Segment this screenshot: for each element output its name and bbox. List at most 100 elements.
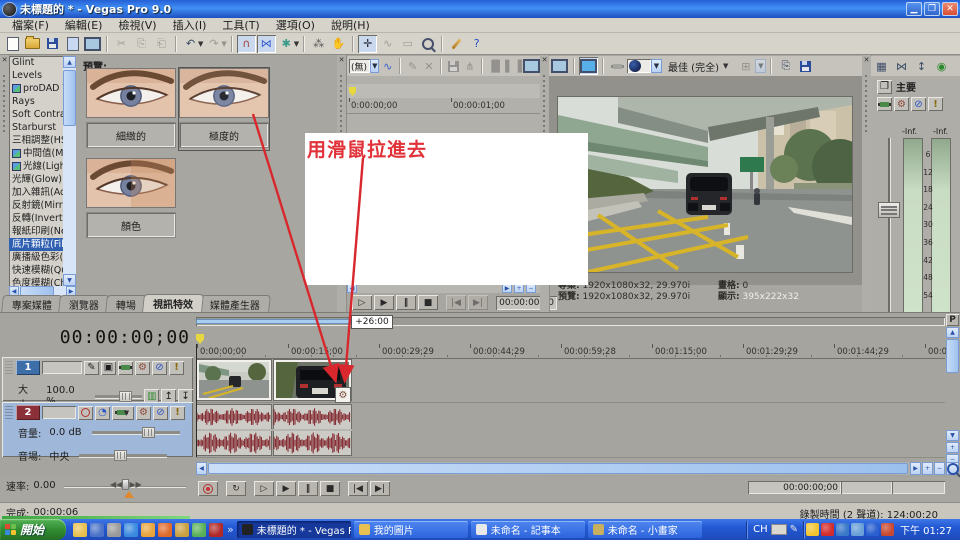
chrome-shortcut[interactable] [141,523,155,537]
clock[interactable]: 下午 01:27 [900,522,952,537]
play-button[interactable]: ▶ [276,481,296,496]
trimmer-split-icon[interactable]: ⋔ [462,57,477,75]
zoom-tool-icon[interactable] [946,462,959,475]
close-dock-icon[interactable]: ✕ [1,57,8,64]
dropdown-caret-icon[interactable]: ▼ [755,59,766,73]
overlay-grid-icon[interactable]: ⊞ [736,57,755,75]
fx-list-item-9[interactable]: 光輝(Glow) [9,173,63,186]
fx-list-item-11[interactable]: 反射鏡(Mirro [9,199,63,212]
menu-item-5[interactable]: 選項(O) [268,16,323,34]
track2-volume-value[interactable]: 0.0 dB [49,427,81,438]
zoom-out-time-icon[interactable]: − [934,462,945,475]
enable-snapping-icon[interactable]: ∩ [237,35,256,53]
fx-list-item-4[interactable]: Soft Contrast [9,108,63,121]
trimmer-prev-frame-button[interactable]: |◀ [446,295,466,310]
taskbar-window-2[interactable]: 未命名 - 記事本 [471,521,585,538]
fx-list-item-6[interactable]: 三相調整(HS [9,134,63,147]
device-plug-icon[interactable] [608,57,627,75]
scroll-left-icon[interactable]: ◀ [196,462,207,475]
scroll-right-icon[interactable]: ▶ [910,462,921,475]
envelope-edit-tool-icon[interactable]: ∿ [378,35,397,53]
fx-list[interactable]: GlintLevelsproDAD VitasRaysSoft Contrast… [9,56,63,286]
go-to-start-button[interactable]: |◀ [348,481,368,496]
trimmer-marker-bar[interactable] [347,84,540,99]
track1-solo-icon[interactable]: ! [169,361,184,375]
insert-bus-icon[interactable]: ▦ [872,57,891,75]
trimmer-save-icon[interactable] [446,57,461,75]
timeline-cursor[interactable] [196,344,197,457]
vegas-shortcut[interactable] [209,523,223,537]
zonealarm-tray[interactable] [821,523,834,536]
close-dock-icon[interactable]: ✕ [863,57,870,64]
trimmer-pause-button[interactable]: ‖ [396,295,416,310]
fx-list-item-16[interactable]: 快速模糊(Qu [9,264,63,277]
timeline-time-display[interactable]: 00:00:00;00 [8,327,190,349]
minimize-button[interactable]: ▁ [906,2,922,16]
undo-icon[interactable]: ↶ [181,35,200,53]
preset-tile-2[interactable]: 顏色 [86,158,176,240]
audio-event-2[interactable] [273,404,352,456]
track2-mute-icon[interactable]: ⊘ [153,406,168,420]
keyboard-icon[interactable] [771,524,787,535]
close-button[interactable]: ✕ [942,2,958,16]
tab-2[interactable]: 轉場 [105,295,147,312]
play-from-start-button[interactable]: ▷ [254,481,274,496]
fx-list-item-14[interactable]: 底片顆粒(Fil [9,238,63,251]
external-monitor-icon[interactable] [550,57,569,75]
rate-value[interactable]: 0.00 [33,480,55,491]
fx-list-item-13[interactable]: 報紙印刷(Ne [9,225,63,238]
open-icon[interactable] [23,35,42,53]
tab-1[interactable]: 瀏覽器 [58,295,110,312]
fx-vscroll-thumb[interactable] [63,70,76,126]
utility-shortcut[interactable] [107,523,121,537]
zoom-in-track-icon[interactable]: + [946,442,959,453]
selection-length-display[interactable] [892,481,945,494]
pen-input-icon[interactable]: ✎ [790,524,798,535]
trimmer-fx-dropdown[interactable]: (無) [349,59,370,73]
trimmer-next-frame-button[interactable]: ▶| [468,295,488,310]
scroll-up-icon[interactable]: ▲ [63,56,76,68]
stop-button[interactable]: ■ [320,481,340,496]
scrub-handle[interactable]: ◀◀▶▶ [110,480,142,489]
trimmer-play-from-start-button[interactable]: ▷ [352,295,372,310]
hscroll-thumb[interactable] [208,463,908,474]
track2-device-icon[interactable]: ▼ [112,406,134,420]
track1-composite-icon[interactable]: ▣ [101,361,116,375]
menu-item-6[interactable]: 說明(H) [323,16,378,34]
master-fader-handle[interactable] [878,202,900,218]
track2-name-field[interactable] [42,406,76,419]
track2-fx-icon[interactable]: ⚙ [136,406,151,420]
preview-quality-dropdown[interactable]: 最佳 (完全)▼ [668,59,728,74]
save-snapshot-icon[interactable] [796,57,815,75]
download-tray[interactable] [881,523,894,536]
scroll-up-icon[interactable]: ▲ [946,327,959,338]
vscroll-thumb[interactable] [946,339,959,373]
zoom-in-time-icon[interactable]: + [922,462,933,475]
tab-4[interactable]: 媒體產生器 [199,295,271,312]
selection-start-display[interactable]: 00:00:00;00 [748,481,841,494]
normal-edit-tool-icon[interactable]: ✛ [358,35,377,53]
selection-end-display[interactable] [841,481,892,494]
timeline-vscroll[interactable]: P ▲ ▼ + − [946,314,959,474]
fx-list-item-1[interactable]: Levels [9,69,63,82]
fx-list-item-12[interactable]: 反轉(Invert) [9,212,63,225]
timeline-hscroll[interactable]: ◀ ▶ + − [196,462,945,475]
menu-item-2[interactable]: 檢視(V) [110,16,164,34]
fx-list-item-15[interactable]: 廣播級色彩(B [9,251,63,264]
trimmer-stop-button[interactable]: ■ [418,295,438,310]
video-event-1[interactable] [196,359,272,401]
cut-icon-icon[interactable]: ✂ [112,35,131,53]
interactive-tutorials-icon[interactable] [447,35,466,53]
master-mute-icon[interactable]: ⊘ [911,97,926,111]
msn-shortcut[interactable] [192,523,206,537]
update-tray[interactable] [851,523,864,536]
preset-tile-1[interactable]: 極度的 [179,68,269,150]
messenger-tray[interactable] [806,523,819,536]
track2-automation-icon[interactable]: ◔ [95,406,110,420]
auto-ripple-icon[interactable]: ⋈ [257,35,276,53]
trimmer-remove-icon[interactable]: ✕ [421,57,436,75]
trimmer-monitor-icon[interactable] [523,57,540,75]
audio-event-1[interactable] [196,404,272,456]
zoom-edit-tool-icon[interactable] [418,35,437,53]
fx-list-item-8[interactable]: 光線(Light Ra [9,160,63,173]
